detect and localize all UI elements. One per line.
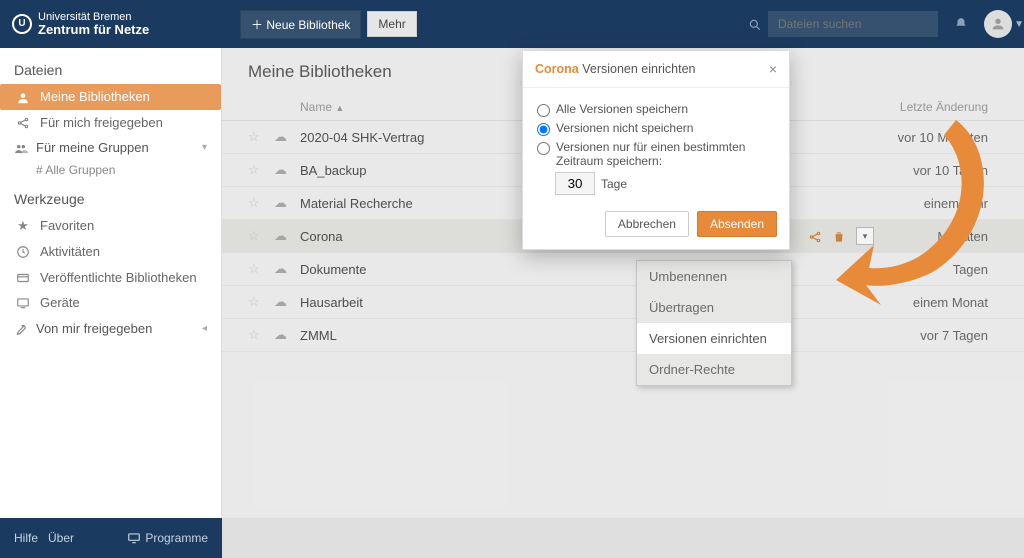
library-modified: einem Monat [828, 295, 998, 310]
trash-icon[interactable] [832, 228, 846, 244]
star-toggle[interactable]: ☆ [248, 228, 274, 244]
top-bar: U Universität Bremen Zentrum für Netze ＋… [0, 0, 1024, 48]
published-icon [14, 269, 32, 285]
column-name[interactable]: Name [300, 100, 332, 114]
row-menu-button[interactable]: ▾ [856, 227, 874, 245]
library-modified: vor 7 Tagen [828, 328, 998, 343]
table-row[interactable]: ☆ ☁ Hausarbeit einem Monat [222, 286, 1024, 319]
library-icon: ☁ [274, 162, 300, 178]
monitor-icon [127, 531, 141, 546]
wrench-icon [14, 320, 28, 336]
library-icon: ☁ [274, 261, 300, 277]
menu-folder-permissions[interactable]: Ordner-Rechte [637, 354, 791, 385]
sidebar-item-favorites[interactable]: ★ Favoriten [0, 213, 221, 239]
library-name[interactable]: Dokumente [300, 262, 648, 277]
menu-transfer[interactable]: Übertragen [637, 292, 791, 323]
more-button[interactable]: Mehr [367, 11, 416, 37]
table-row[interactable]: ☆ ☁ ZMML vor 7 Tagen [222, 319, 1024, 352]
search-icon [748, 16, 762, 32]
library-icon: ☁ [274, 228, 300, 244]
footer-programs[interactable]: Programme [127, 531, 208, 546]
library-name[interactable]: Hausarbeit [300, 295, 648, 310]
sidebar-item-label: Für mich freigegeben [40, 115, 163, 130]
menu-rename[interactable]: Umbenennen [637, 261, 791, 292]
chevron-left-icon: ◂ [202, 323, 207, 334]
library-modified: einem Jahr [828, 196, 998, 211]
history-settings-modal: Corona Versionen einrichten × Alle Versi… [522, 50, 790, 250]
clock-icon [14, 244, 32, 260]
sidebar-item-label: Aktivitäten [40, 244, 100, 259]
brand-logo-icon: U [12, 14, 32, 34]
close-icon[interactable]: × [769, 61, 777, 77]
star-toggle[interactable]: ☆ [248, 261, 274, 277]
radio-keep-limited-input[interactable] [537, 142, 550, 155]
star-toggle[interactable]: ☆ [248, 294, 274, 310]
sidebar-item-published[interactable]: Veröffentlichte Bibliotheken [0, 264, 221, 290]
radio-keep-limited[interactable]: Versionen nur für einen bestimmten Zeitr… [537, 140, 775, 168]
device-icon [14, 295, 32, 311]
person-icon [14, 89, 32, 105]
notifications-icon[interactable] [954, 15, 968, 33]
sidebar-item-label: Meine Bibliotheken [40, 89, 150, 104]
sidebar-item-label: Für meine Gruppen [36, 140, 149, 155]
library-icon: ☁ [274, 129, 300, 145]
sidebar-item-label: Geräte [40, 295, 80, 310]
radio-keep-none-input[interactable] [537, 123, 550, 136]
library-icon: ☁ [274, 294, 300, 310]
share-in-icon [14, 115, 32, 131]
submit-button[interactable]: Absenden [697, 211, 777, 237]
chevron-down-icon: ▾ [202, 142, 207, 153]
star-toggle[interactable]: ☆ [248, 162, 274, 178]
star-icon: ★ [14, 218, 32, 234]
sidebar-section-files: Dateien [0, 58, 221, 84]
library-modified: vor 10 Tagen [828, 163, 998, 178]
radio-keep-all[interactable]: Alle Versionen speichern [537, 102, 775, 117]
footer-about[interactable]: Über [48, 531, 74, 545]
modal-title: Corona Versionen einrichten [535, 62, 696, 76]
sidebar-item-label: Favoriten [40, 218, 94, 233]
star-toggle[interactable]: ☆ [248, 129, 274, 145]
share-icon[interactable] [808, 228, 822, 244]
days-input[interactable] [555, 172, 595, 195]
library-modified: vor 10 Monaten [828, 130, 998, 145]
sidebar-item-activities[interactable]: Aktivitäten [0, 239, 221, 265]
star-toggle[interactable]: ☆ [248, 327, 274, 343]
sidebar-item-label: Von mir freigegeben [36, 321, 152, 336]
sidebar: Dateien Meine Bibliotheken Für mich frei… [0, 48, 222, 518]
sidebar-item-my-libraries[interactable]: Meine Bibliotheken [0, 84, 221, 110]
search-input[interactable] [768, 11, 938, 37]
plus-icon: ＋ [251, 18, 263, 32]
library-modified: Tagen [828, 262, 998, 277]
days-label: Tage [601, 177, 627, 191]
library-icon: ☁ [274, 195, 300, 211]
sidebar-item-devices[interactable]: Geräte [0, 290, 221, 316]
sidebar-item-shared-with-me[interactable]: Für mich freigegeben [0, 110, 221, 136]
sidebar-item-my-groups[interactable]: Für meine Gruppen ▾ [0, 135, 221, 161]
chevron-down-icon: ▼ [1014, 19, 1024, 30]
star-toggle[interactable]: ☆ [248, 195, 274, 211]
brand-line2: Zentrum für Netze [38, 23, 149, 37]
new-library-button[interactable]: ＋ Neue Bibliothek [240, 10, 361, 39]
table-row[interactable]: ☆ ☁ Dokumente Tagen [222, 253, 1024, 286]
footer-help[interactable]: Hilfe [14, 531, 38, 545]
sidebar-sub-all-groups[interactable]: # Alle Gruppen [0, 163, 221, 177]
library-name[interactable]: ZMML [300, 328, 648, 343]
sidebar-item-label: Veröffentlichte Bibliotheken [40, 270, 197, 285]
row-context-menu: Umbenennen Übertragen Versionen einricht… [636, 260, 792, 386]
cancel-button[interactable]: Abbrechen [605, 211, 689, 237]
avatar[interactable]: ▼ [984, 10, 1012, 38]
group-icon [14, 140, 28, 156]
radio-keep-none[interactable]: Versionen nicht speichern [537, 121, 775, 136]
library-icon: ☁ [274, 327, 300, 343]
sidebar-item-shared-by-me[interactable]: Von mir freigegeben ◂ [0, 315, 221, 341]
sort-asc-icon: ▲ [335, 103, 344, 113]
radio-keep-all-input[interactable] [537, 104, 550, 117]
sidebar-section-tools: Werkzeuge [0, 187, 221, 213]
brand: U Universität Bremen Zentrum für Netze [12, 11, 222, 37]
footer: Hilfe Über Programme [0, 518, 222, 558]
menu-history-settings[interactable]: Versionen einrichten [637, 323, 791, 354]
column-modified[interactable]: Letzte Änderung [828, 100, 998, 114]
